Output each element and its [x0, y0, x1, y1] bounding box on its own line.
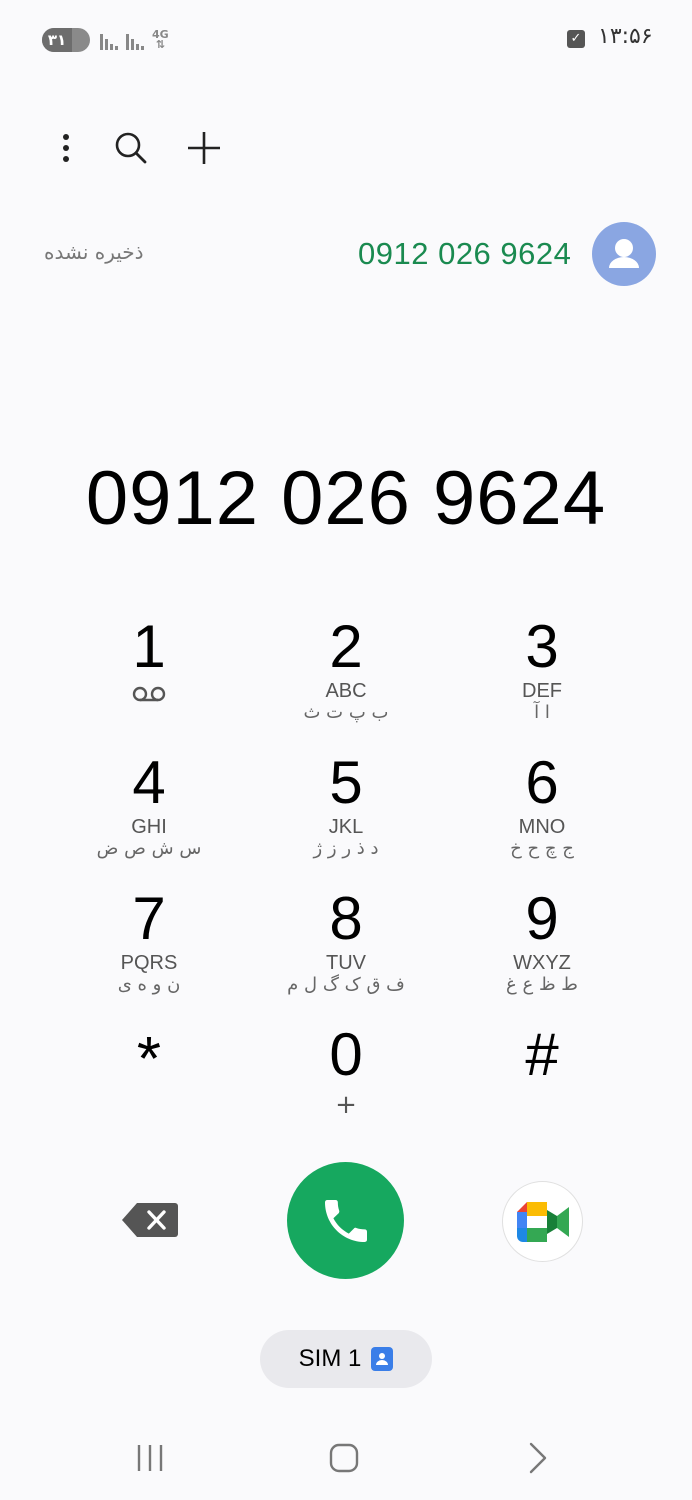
key-digit: 2 — [329, 613, 363, 680]
key-digit: 8 — [329, 885, 363, 952]
signal-indicators: 4G ⇅ — [100, 28, 169, 51]
recents-button[interactable] — [120, 1428, 180, 1488]
key-persian-letters: ط ظ ع غ — [506, 974, 578, 995]
signal-icon — [126, 30, 144, 50]
backspace-icon — [122, 1203, 178, 1237]
key-7[interactable]: 7 PQRS ن و ه ی — [64, 886, 234, 1012]
search-icon — [115, 132, 147, 164]
recents-icon — [137, 1445, 163, 1471]
more-options-button[interactable] — [42, 124, 90, 172]
key-digit: 5 — [329, 749, 363, 816]
person-icon — [609, 239, 639, 268]
battery-level: ۳۱ — [47, 31, 67, 49]
sim-selector-button[interactable]: SIM 1 — [260, 1330, 432, 1388]
key-digit: 4 — [132, 749, 166, 816]
more-vertical-icon — [63, 134, 69, 162]
home-icon — [329, 1443, 359, 1473]
key-digit: 7 — [132, 885, 166, 952]
contact-card-icon — [371, 1347, 394, 1371]
key-5[interactable]: 5 JKL د ذ ر ز ژ — [261, 750, 431, 876]
key-persian-letters: س ش ص ض — [96, 838, 202, 859]
key-digit: 0 — [329, 1021, 363, 1088]
key-persian-letters: ف ق ک گ ل م — [287, 974, 405, 995]
network-type: 4G ⇅ — [152, 28, 169, 51]
key-persian-letters: ب پ ت ث — [303, 702, 389, 723]
key-letters: MNO — [518, 816, 566, 838]
contact-avatar[interactable] — [592, 222, 656, 286]
key-persian-letters: ن و ه ی — [117, 974, 181, 995]
call-button[interactable] — [287, 1162, 404, 1279]
key-digit: 6 — [525, 749, 559, 816]
dialed-number-display[interactable]: 0912 026 9624 — [0, 455, 692, 542]
add-contact-button[interactable] — [180, 124, 228, 172]
search-button[interactable] — [107, 124, 155, 172]
key-letters: TUV — [326, 952, 366, 974]
key-plus-symbol: + — [335, 1090, 357, 1120]
backspace-button[interactable] — [118, 1196, 182, 1244]
key-letters: DEF — [522, 680, 562, 702]
key-3[interactable]: 3 DEF ا آ — [457, 614, 627, 740]
key-letters: ABC — [325, 680, 367, 702]
key-2[interactable]: 2 ABC ب پ ت ث — [261, 614, 431, 740]
key-8[interactable]: 8 TUV ف ق ک گ ل م — [261, 886, 431, 1012]
notification-check-icon: ✓ — [567, 30, 585, 48]
key-letters: GHI — [131, 816, 167, 838]
key-0[interactable]: 0 + — [261, 1022, 431, 1148]
unsaved-label: ذخیره نشده — [44, 240, 144, 264]
key-digit: 1 — [132, 613, 166, 680]
key-hash[interactable]: # — [457, 1022, 627, 1148]
key-persian-letters: ا آ — [534, 702, 550, 723]
home-button[interactable] — [314, 1428, 374, 1488]
key-letters: JKL — [328, 816, 364, 838]
key-letters: PQRS — [120, 952, 178, 974]
back-icon — [529, 1442, 547, 1474]
key-1[interactable]: 1 — [64, 614, 234, 740]
key-digit: 3 — [525, 613, 559, 680]
plus-icon — [188, 132, 220, 164]
key-letters: WXYZ — [513, 952, 571, 974]
key-digit: * — [136, 1025, 162, 1094]
key-star[interactable]: * — [64, 1022, 234, 1148]
signal-icon — [100, 30, 118, 50]
back-button[interactable] — [508, 1428, 568, 1488]
status-time: ۱۳:۵۶ — [598, 24, 653, 49]
key-digit: # — [525, 1021, 559, 1088]
suggested-number[interactable]: 0912 026 9624 — [358, 236, 571, 272]
key-4[interactable]: 4 GHI س ش ص ض — [64, 750, 234, 876]
phone-icon — [324, 1199, 367, 1242]
key-persian-letters: د ذ ر ز ژ — [313, 838, 379, 859]
voicemail-icon — [132, 686, 166, 702]
sim-label: SIM 1 — [298, 1345, 362, 1372]
battery-indicator: ۳۱ — [42, 28, 90, 52]
key-6[interactable]: 6 MNO ج چ ح خ — [457, 750, 627, 876]
key-digit: 9 — [525, 885, 559, 952]
key-9[interactable]: 9 WXYZ ط ظ ع غ — [457, 886, 627, 1012]
key-persian-letters: ج چ ح خ — [510, 838, 574, 859]
video-call-button[interactable] — [502, 1181, 583, 1262]
google-meet-icon — [516, 1201, 569, 1242]
